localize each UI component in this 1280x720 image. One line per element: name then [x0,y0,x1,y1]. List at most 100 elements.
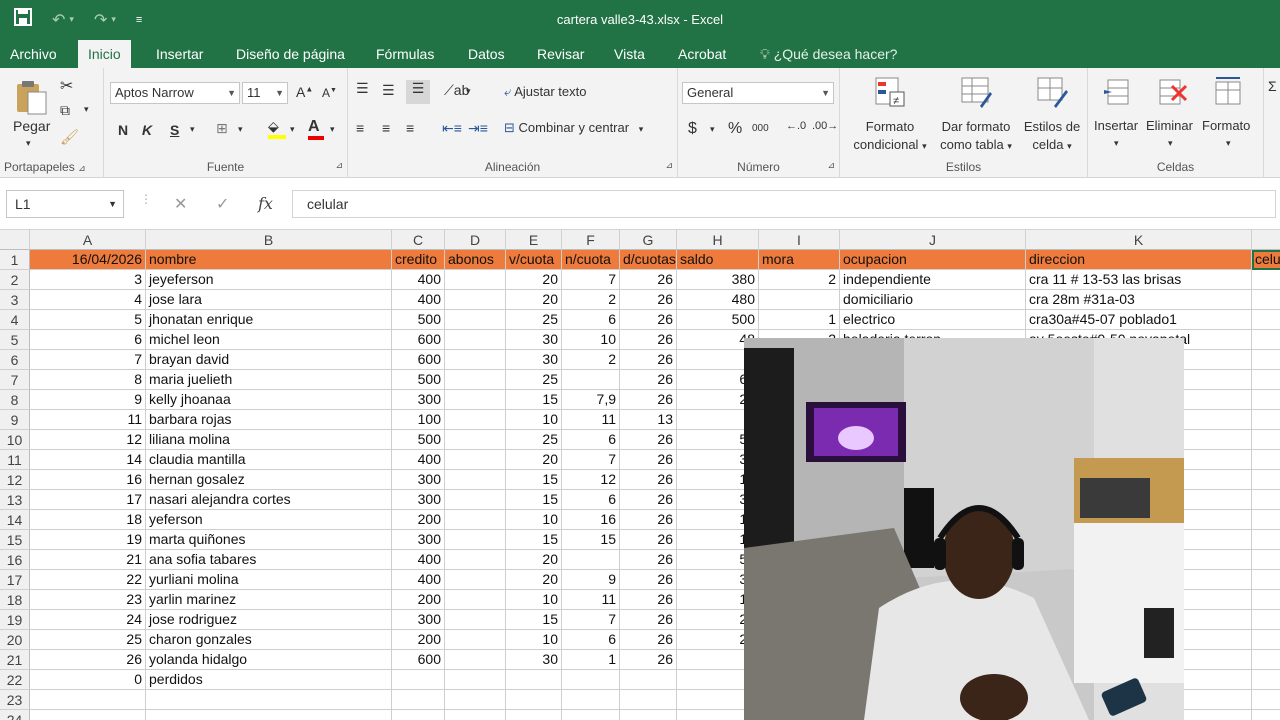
table-cell[interactable]: electrico [840,310,1026,330]
table-cell[interactable] [1252,590,1280,610]
copy-dropdown-icon[interactable]: ▾ [84,104,89,115]
cancel-icon[interactable]: ✕ [174,194,187,214]
table-cell[interactable]: 9 [562,570,620,590]
table-cell[interactable]: 26 [620,430,677,450]
table-cell[interactable] [392,670,445,690]
table-cell[interactable]: 26 [620,450,677,470]
more-options-icon[interactable]: ⋮ [140,192,152,206]
table-cell[interactable]: 6 [562,430,620,450]
font-size-select[interactable]: 11 ▼ [242,82,288,104]
format-painter-icon[interactable]: 🖌︎ [60,128,79,146]
table-cell[interactable]: perdidos [146,670,392,690]
row-header[interactable]: 7 [0,370,30,390]
column-header-k[interactable]: K [1026,230,1252,250]
delete-cells-icon[interactable] [1156,76,1188,108]
table-cell[interactable]: 10 [562,330,620,350]
table-cell[interactable]: 7 [562,270,620,290]
row-header[interactable]: 1 [0,250,30,270]
table-cell[interactable] [562,690,620,710]
font-family-select[interactable]: Aptos Narrow ▼ [110,82,240,104]
table-cell[interactable] [445,290,506,310]
table-cell[interactable]: 23 [30,590,146,610]
table-cell[interactable]: 100 [392,410,445,430]
table-cell[interactable]: brayan david [146,350,392,370]
header-cell[interactable]: d/cuotas [620,250,677,270]
tab-inicio[interactable]: Inicio [78,40,131,68]
table-cell[interactable] [30,690,146,710]
table-cell[interactable] [445,470,506,490]
table-cell[interactable]: 26 [620,630,677,650]
row-header[interactable]: 9 [0,410,30,430]
tab-vista[interactable]: Vista [604,40,655,68]
table-cell[interactable]: 20 [506,450,562,470]
tab-acrobat[interactable]: Acrobat [668,40,736,68]
table-cell[interactable] [445,270,506,290]
align-left-icon[interactable]: ≡ [356,120,364,136]
row-header[interactable]: 3 [0,290,30,310]
table-cell[interactable]: 500 [392,430,445,450]
table-cell[interactable]: 0 [30,670,146,690]
table-cell[interactable]: 600 [392,650,445,670]
orientation-dropdown-icon[interactable]: ▾ [466,86,471,97]
row-header[interactable]: 15 [0,530,30,550]
align-right-icon[interactable]: ≡ [406,120,414,136]
insert-cells-button[interactable]: Insertar [1094,118,1138,133]
header-cell[interactable]: abonos [445,250,506,270]
table-cell[interactable] [1252,570,1280,590]
table-cell[interactable]: yurliani molina [146,570,392,590]
align-top-icon[interactable]: ☰ [356,80,369,97]
table-cell[interactable]: 1 [562,650,620,670]
insert-cells-icon[interactable] [1102,76,1134,108]
table-cell[interactable] [445,390,506,410]
table-cell[interactable]: 10 [506,510,562,530]
row-header[interactable]: 10 [0,430,30,450]
table-cell[interactable]: 26 [620,390,677,410]
table-cell[interactable] [1252,350,1280,370]
table-cell[interactable]: yolanda hidalgo [146,650,392,670]
header-cell[interactable]: mora [759,250,840,270]
table-cell[interactable]: 26 [620,550,677,570]
table-cell[interactable] [1252,610,1280,630]
fill-dropdown-icon[interactable]: ▾ [290,124,295,135]
table-cell[interactable] [1252,410,1280,430]
row-header[interactable]: 20 [0,630,30,650]
table-cell[interactable]: 20 [506,550,562,570]
table-cell[interactable] [1252,630,1280,650]
table-cell[interactable] [1252,430,1280,450]
table-cell[interactable]: yeferson [146,510,392,530]
table-cell[interactable] [445,690,506,710]
autosum-icon[interactable]: Σ [1268,78,1277,94]
table-cell[interactable]: 5 [30,310,146,330]
table-cell[interactable] [392,710,445,720]
table-cell[interactable] [562,370,620,390]
column-header-j[interactable]: J [840,230,1026,250]
table-cell[interactable] [1252,310,1280,330]
table-cell[interactable]: 26 [30,650,146,670]
paste-dropdown-icon[interactable]: ▾ [26,138,31,149]
increase-indent-icon[interactable]: ⇥≡ [468,120,488,137]
row-header[interactable]: 5 [0,330,30,350]
table-cell[interactable]: 500 [677,310,759,330]
name-box[interactable]: L1 ▼ [6,190,124,218]
table-cell[interactable]: 16 [562,510,620,530]
table-cell[interactable]: 4 [30,290,146,310]
italic-button[interactable]: K [142,122,152,138]
table-cell[interactable] [445,530,506,550]
table-cell[interactable] [445,550,506,570]
table-cell[interactable]: 1 [759,310,840,330]
table-cell[interactable] [620,710,677,720]
table-cell[interactable]: maria juelieth [146,370,392,390]
table-cell[interactable]: 7,9 [562,390,620,410]
table-cell[interactable]: 26 [620,490,677,510]
table-cell[interactable] [1252,550,1280,570]
header-cell[interactable]: celu [1252,250,1280,270]
thousands-button[interactable]: 000 [752,123,769,134]
table-cell[interactable]: independiente [840,270,1026,290]
table-cell[interactable]: 30 [506,650,562,670]
decrease-indent-icon[interactable]: ⇤≡ [442,120,462,137]
table-cell[interactable] [445,710,506,720]
format-dropdown-icon[interactable]: ▾ [1226,138,1231,149]
table-cell[interactable]: marta quiñones [146,530,392,550]
column-header-h[interactable]: H [677,230,759,250]
row-header[interactable]: 19 [0,610,30,630]
